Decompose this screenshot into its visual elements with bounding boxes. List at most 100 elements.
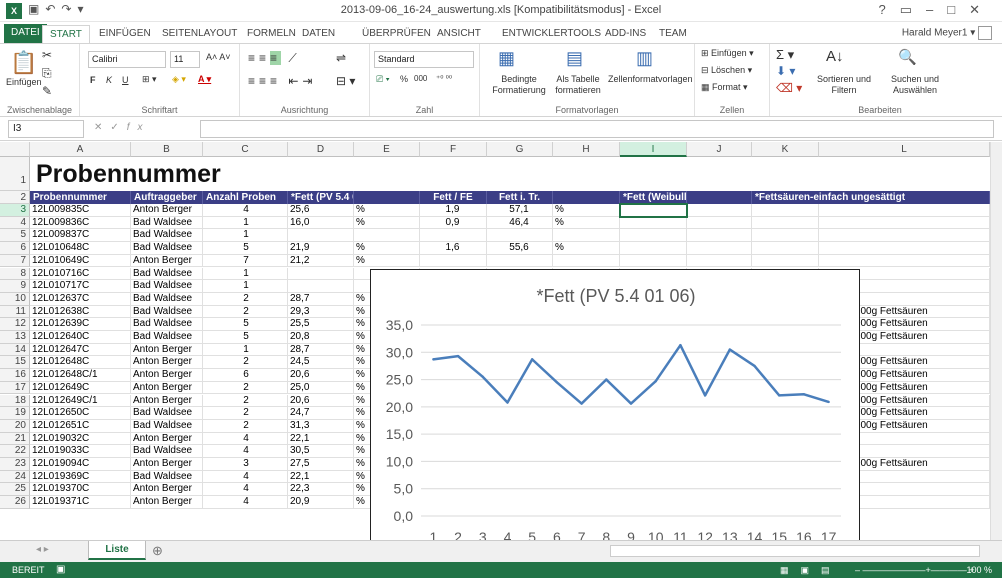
percent-button[interactable]: % [400,74,408,84]
column-header-E[interactable]: E [354,142,420,157]
table-cell[interactable]: 25,0 [288,381,354,395]
table-cell[interactable]: 4 [203,445,288,458]
table-cell[interactable]: 5 [203,331,288,344]
table-cell[interactable]: 30,5 [288,445,354,458]
table-cell[interactable]: 12L010717C [30,280,131,293]
table-cell[interactable]: 12L012651C [30,419,131,433]
table-cell[interactable] [487,229,553,243]
row-header[interactable]: 18 [0,394,30,408]
table-cell[interactable]: 4 [203,204,288,217]
table-cell[interactable]: 4 [203,483,288,497]
table-cell[interactable] [354,229,420,243]
column-title[interactable]: Fett i. Tr. [487,191,553,204]
cut-icon[interactable]: ✂ [42,48,52,62]
underline-button[interactable]: U [122,75,129,85]
thousands-button[interactable]: 000 [414,74,427,83]
table-cell[interactable] [687,254,752,268]
formula-input[interactable] [200,120,994,138]
table-cell[interactable]: 22,1 [288,432,354,446]
row-header[interactable]: 9 [0,280,30,293]
avatar[interactable] [978,26,992,40]
conditional-format-icon[interactable]: ▦ [498,48,515,69]
table-cell[interactable]: 20,9 [288,496,354,509]
zoom-slider[interactable]: – ———————+———— + [855,562,975,578]
table-cell[interactable]: 29,3 [288,305,354,319]
table-cell[interactable]: 12L009836C [30,216,131,230]
table-cell[interactable]: Bad Waldsee [131,305,203,319]
currency-icon[interactable]: ⎚ ▾ [376,74,389,85]
table-cell[interactable]: 1,6 [420,242,487,255]
table-cell[interactable]: 25,6 [288,204,354,217]
table-cell[interactable]: % [354,216,420,230]
column-title[interactable]: Auftraggeber [131,191,203,204]
fill-icon[interactable]: ⬇ ▾ [776,64,795,78]
row-header[interactable]: 19 [0,407,30,420]
formula-bar-buttons[interactable]: ✕✓fx [94,122,151,133]
table-cell[interactable]: 12L012640C [30,331,131,344]
table-cell[interactable]: % [354,204,420,217]
table-cell[interactable]: 6 [203,369,288,382]
table-cell[interactable]: % [553,216,620,230]
sort-filter-icon[interactable]: A↓ [826,48,844,65]
table-cell[interactable] [288,280,354,293]
table-cell[interactable]: % [553,242,620,255]
column-title[interactable]: *Fettsäuren-einfach ungesättigt [752,191,990,204]
table-cell[interactable]: 12L012648C/1 [30,369,131,382]
table-cell[interactable]: Anton Berger [131,483,203,497]
table-cell[interactable]: 12L019369C [30,470,131,484]
table-cell[interactable]: Bad Waldsee [131,407,203,420]
table-cell[interactable]: Bad Waldsee [131,242,203,255]
table-cell[interactable]: 22,3 [288,483,354,497]
border-icon[interactable]: ⊞ ▾ [142,74,157,85]
maximize-icon[interactable]: □ [947,2,969,17]
table-cell[interactable]: 28,7 [288,292,354,306]
table-cell[interactable] [620,216,687,230]
table-cell[interactable]: 12L019370C [30,483,131,497]
format-cells-label[interactable]: Format [712,82,741,92]
find-select-icon[interactable]: 🔍 [898,48,917,66]
row-header[interactable]: 3 [0,204,30,217]
table-cell[interactable]: % [354,242,420,255]
table-cell[interactable]: Bad Waldsee [131,445,203,458]
row-header[interactable]: 21 [0,432,30,446]
table-cell[interactable]: 24,7 [288,407,354,420]
table-cell[interactable]: 12L012650C [30,407,131,420]
table-cell[interactable]: Anton Berger [131,394,203,408]
table-cell[interactable]: 28,7 [288,343,354,357]
table-cell[interactable]: 12L012648C [30,356,131,370]
table-cell[interactable]: 12L019033C [30,445,131,458]
column-header-D[interactable]: D [288,142,354,157]
vertical-scrollbar[interactable] [990,142,1002,540]
table-cell[interactable] [752,254,819,268]
tab-ueberpruefen[interactable]: ÜBERPRÜFEN [355,25,438,44]
table-cell[interactable]: Anton Berger [131,381,203,395]
row-header[interactable]: 20 [0,419,30,433]
table-cell[interactable] [752,216,819,230]
row-header[interactable]: 2 [0,191,30,204]
table-cell[interactable]: 12L010649C [30,254,131,268]
table-cell[interactable]: 5 [203,318,288,331]
table-cell[interactable]: 27,5 [288,458,354,471]
table-cell[interactable]: 55,6 [487,242,553,255]
column-header-H[interactable]: H [553,142,620,157]
insert-function-button[interactable]: fx [127,122,151,133]
view-buttons[interactable]: ▦▣▤ [780,562,842,578]
table-cell[interactable]: 1 [203,267,288,281]
table-cell[interactable]: 12L012638C [30,305,131,319]
table-cell[interactable] [420,254,487,268]
sheet-nav-arrows[interactable]: ◂ ▸ [36,544,49,555]
row-header[interactable]: 5 [0,229,30,243]
merge-center-icon[interactable]: ⊟ ▾ [336,74,355,88]
add-sheet-icon[interactable]: ⊕ [152,543,163,559]
row-header[interactable]: 6 [0,242,30,255]
table-cell[interactable]: Anton Berger [131,254,203,268]
table-cell[interactable]: 12L009837C [30,229,131,243]
fill-color-icon[interactable]: ◈ ▾ [172,74,186,85]
table-cell[interactable] [420,229,487,243]
table-cell[interactable]: 2 [203,381,288,395]
table-cell[interactable]: Bad Waldsee [131,419,203,433]
table-cell[interactable]: 20,8 [288,331,354,344]
table-cell[interactable]: 1 [203,343,288,357]
format-painter-icon[interactable]: ✎ [42,84,52,98]
table-cell[interactable] [620,242,687,255]
